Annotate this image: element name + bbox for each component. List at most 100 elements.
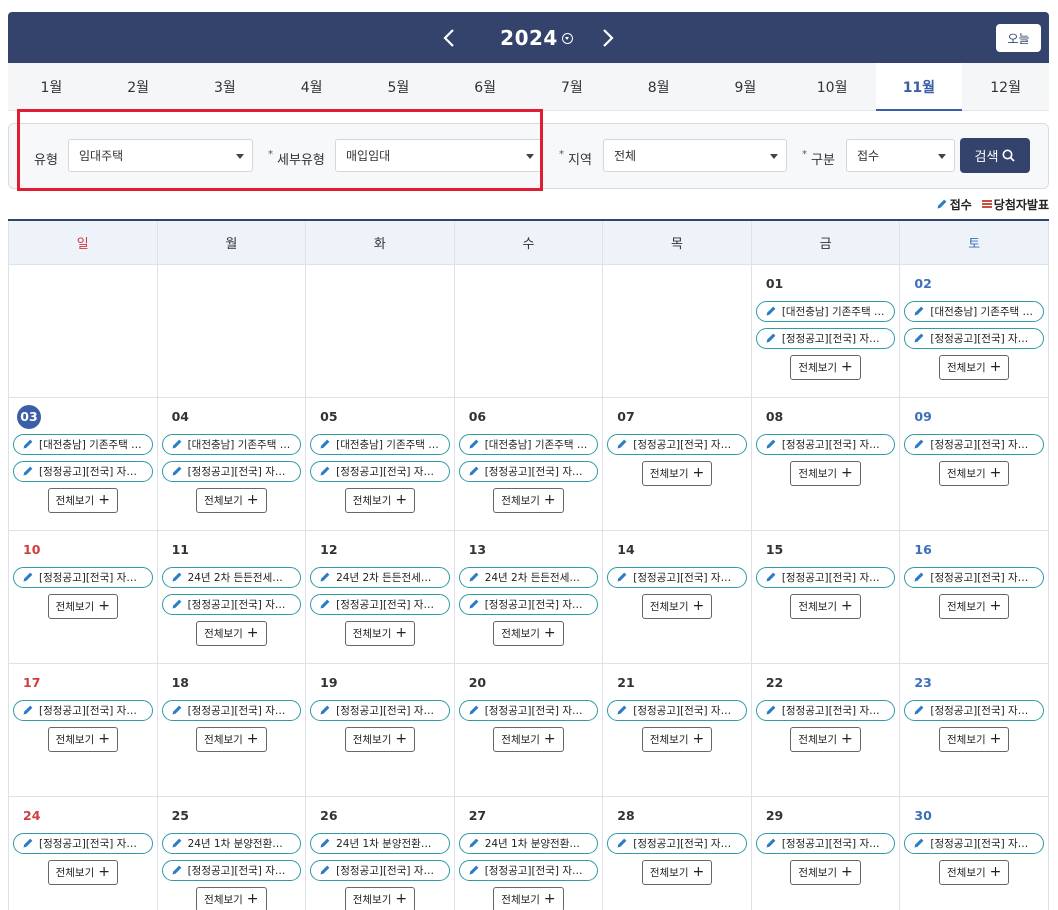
month-tab-10[interactable]: 10월: [789, 63, 876, 110]
event-chip[interactable]: [정정공고][전국] 자립준비청년 매입임대주택 입주자 모집: [13, 832, 153, 854]
month-tab-12[interactable]: 12월: [962, 63, 1049, 110]
event-chip[interactable]: 24년 2차 든든전세주택 입주자 모집: [458, 566, 599, 588]
view-all-button[interactable]: 전체보기 +: [493, 886, 564, 910]
event-chip[interactable]: 24년 2차 든든전세주택 입주자 모집: [161, 566, 302, 588]
event-chip[interactable]: [정정공고][전국] 자립준비청년 매입임대주택 입주자 모집: [310, 460, 450, 482]
event-chip[interactable]: [정정공고][전국] 자립준비청년 매입임대주택 입주자 모집: [458, 460, 599, 482]
year-dropdown-icon[interactable]: [561, 33, 573, 44]
view-all-button[interactable]: 전체보기 +: [790, 593, 861, 619]
view-all-button[interactable]: 전체보기 +: [493, 487, 564, 513]
event-chip[interactable]: [정정공고][전국] 자립준비청년 매입임대주택 입주자 모집: [161, 460, 302, 482]
view-all-button[interactable]: 전체보기 +: [641, 726, 713, 752]
month-tab-4[interactable]: 4월: [268, 63, 355, 110]
event-chip[interactable]: [정정공고][전국] 자립준비청년 매입임대주택 입주자 모집: [310, 593, 450, 615]
event-chip[interactable]: [정정공고][전국] 자립준비청년 매입임대주택 입주자 모집: [161, 699, 302, 721]
type-select[interactable]: 임대주택: [68, 139, 253, 172]
view-all-button[interactable]: 전체보기 +: [344, 886, 416, 910]
view-all-button[interactable]: 전체보기 +: [641, 859, 713, 885]
event-chip[interactable]: [정정공고][전국] 자립준비청년 매입임대주택 입주자 모집: [161, 593, 302, 615]
event-chip[interactable]: [정정공고][전국] 자립준비청년 매입임대주택 입주자 모집: [904, 566, 1044, 588]
month-tab-11[interactable]: 11월: [875, 63, 963, 111]
event-chip[interactable]: [정정공고][전국] 자립준비청년 매입임대주택 입주자 모집: [161, 859, 302, 881]
month-tab-1[interactable]: 1월: [8, 63, 95, 110]
month-tab-6[interactable]: 6월: [442, 63, 529, 110]
view-all-button[interactable]: 전체보기 +: [641, 460, 713, 486]
view-all-button[interactable]: 전체보기 +: [196, 487, 267, 513]
event-chip[interactable]: [정정공고][전국] 자립준비청년 매입임대주택 입주자 모집: [755, 566, 896, 588]
event-chip[interactable]: [정정공고][전국] 자립준비청년 매입임대주택 입주자 모집: [310, 859, 450, 881]
view-all-button[interactable]: 전체보기 +: [790, 859, 861, 885]
event-chip[interactable]: [정정공고][전국] 자립준비청년 매입임대주택 입주자 모집: [13, 699, 153, 721]
event-chip[interactable]: [정정공고][전국] 자립준비청년 매입임대주택 입주자 모집: [310, 699, 450, 721]
subtype-select[interactable]: 매입임대: [335, 139, 543, 172]
view-all-button[interactable]: 전체보기 +: [344, 620, 416, 646]
event-chip[interactable]: [정정공고][전국] 자립준비청년 매입임대주택 입주자 모집: [607, 433, 747, 455]
view-all-button[interactable]: 전체보기 +: [47, 487, 118, 513]
view-all-button[interactable]: 전체보기 +: [939, 460, 1010, 486]
today-button[interactable]: 오늘: [996, 24, 1041, 52]
view-all-button[interactable]: 전체보기 +: [344, 487, 416, 513]
view-all-button[interactable]: 전체보기 +: [790, 354, 861, 380]
month-tab-3[interactable]: 3월: [182, 63, 269, 110]
view-all-button[interactable]: 전체보기 +: [939, 354, 1010, 380]
month-tab-7[interactable]: 7월: [529, 63, 616, 110]
event-chip[interactable]: [대전충남] 기존주택 등 매입임대주택 입주자 모집: [13, 433, 153, 455]
event-chip[interactable]: [정정공고][전국] 자립준비청년 매입임대주택 입주자 모집: [607, 699, 747, 721]
search-button[interactable]: 검색: [960, 138, 1030, 173]
event-chip[interactable]: [정정공고][전국] 자립준비청년 매입임대주택 입주자 모집: [755, 832, 896, 854]
month-tab-8[interactable]: 8월: [615, 63, 702, 110]
view-all-button[interactable]: 전체보기 +: [939, 726, 1010, 752]
event-chip[interactable]: [정정공고][전국] 자립준비청년 매입임대주택 입주자 모집: [904, 327, 1044, 349]
event-title: [정정공고][전국] 자립준비청년 매입임대주택 입주자 모집: [633, 571, 738, 584]
event-chip[interactable]: 24년 2차 든든전세주택 입주자 모집: [310, 566, 450, 588]
view-all-button[interactable]: 전체보기 +: [196, 620, 267, 646]
event-chip[interactable]: 24년 1차 분양전환형 신축 매입임대주택 입주자 모집: [458, 832, 599, 854]
event-chip[interactable]: [정정공고][전국] 자립준비청년 매입임대주택 입주자 모집: [13, 460, 153, 482]
view-all-button[interactable]: 전체보기 +: [641, 593, 713, 619]
view-all-label: 전체보기: [947, 361, 986, 374]
event-chip[interactable]: [정정공고][전국] 자립준비청년 매입임대주택 입주자 모집: [904, 699, 1044, 721]
month-tab-2[interactable]: 2월: [95, 63, 182, 110]
calendar-day-cell: 27 24년 1차 분양전환형 신축 매입임대주택 입주자 모집 [정정공고][전국…: [453, 795, 604, 910]
month-tab-9[interactable]: 9월: [702, 63, 789, 110]
event-chip[interactable]: [대전충남] 기존주택 등 매입임대주택 입주자 모집: [755, 300, 896, 322]
event-chip[interactable]: [정정공고][전국] 자립준비청년 매입임대주택 입주자 모집: [904, 433, 1044, 455]
next-year-button[interactable]: [593, 23, 623, 53]
event-chip[interactable]: [대전충남] 기존주택 등 매입임대주택 입주자 모집: [161, 433, 302, 455]
view-all-button[interactable]: 전체보기 +: [196, 726, 267, 752]
event-chip[interactable]: [정정공고][전국] 자립준비청년 매입임대주택 입주자 모집: [458, 593, 599, 615]
region-select[interactable]: 전체: [603, 139, 787, 172]
event-chip[interactable]: 24년 1차 분양전환형 신축 매입임대주택 입주자 모집: [310, 832, 450, 854]
view-all-button[interactable]: 전체보기 +: [47, 726, 118, 752]
year-label[interactable]: 2024: [500, 26, 558, 50]
view-all-button[interactable]: 전체보기 +: [939, 859, 1010, 885]
event-chip[interactable]: [정정공고][전국] 자립준비청년 매입임대주택 입주자 모집: [904, 832, 1044, 854]
event-chip[interactable]: [정정공고][전국] 자립준비청년 매입임대주택 입주자 모집: [458, 699, 599, 721]
event-chip[interactable]: [정정공고][전국] 자립준비청년 매입임대주택 입주자 모집: [607, 566, 747, 588]
view-all-button[interactable]: 전체보기 +: [493, 726, 564, 752]
view-all-button[interactable]: 전체보기 +: [344, 726, 416, 752]
event-chip[interactable]: [대전충남] 기존주택 등 매입임대주택 입주자 모집: [904, 300, 1044, 322]
event-chip[interactable]: [정정공고][전국] 자립준비청년 매입임대주택 입주자 모집: [755, 433, 896, 455]
event-chip[interactable]: [정정공고][전국] 자립준비청년 매입임대주택 입주자 모집: [755, 699, 896, 721]
pencil-icon: [469, 865, 479, 875]
event-chip[interactable]: [정정공고][전국] 자립준비청년 매입임대주택 입주자 모집: [13, 566, 153, 588]
view-all-button[interactable]: 전체보기 +: [47, 859, 118, 885]
view-all-button[interactable]: 전체보기 +: [196, 886, 267, 910]
view-all-button[interactable]: 전체보기 +: [493, 620, 564, 646]
event-chip[interactable]: [정정공고][전국] 자립준비청년 매입임대주택 입주자 모집: [458, 859, 599, 881]
view-all-button[interactable]: 전체보기 +: [47, 593, 118, 619]
category-select[interactable]: 접수: [846, 139, 955, 172]
event-list: [정정공고][전국] 자립준비청년 매입임대주택 입주자 모집: [607, 566, 747, 588]
event-chip[interactable]: [대전충남] 기존주택 등 매입임대주택 입주자 모집: [310, 433, 450, 455]
event-chip[interactable]: [정정공고][전국] 자립준비청년 매입임대주택 입주자 모집: [607, 832, 747, 854]
event-chip[interactable]: [정정공고][전국] 자립준비청년 매입임대주택 입주자 모집: [755, 327, 896, 349]
month-tab-5[interactable]: 5월: [355, 63, 442, 110]
view-all-label: 전체보기: [204, 893, 243, 906]
view-all-button[interactable]: 전체보기 +: [790, 726, 861, 752]
view-all-button[interactable]: 전체보기 +: [790, 460, 861, 486]
event-chip[interactable]: 24년 1차 분양전환형 신축 매입임대주택 입주자 모집: [161, 832, 302, 854]
event-chip[interactable]: [대전충남] 기존주택 등 매입임대주택 입주자 모집: [458, 433, 599, 455]
view-all-button[interactable]: 전체보기 +: [939, 593, 1010, 619]
prev-year-button[interactable]: [434, 23, 464, 53]
